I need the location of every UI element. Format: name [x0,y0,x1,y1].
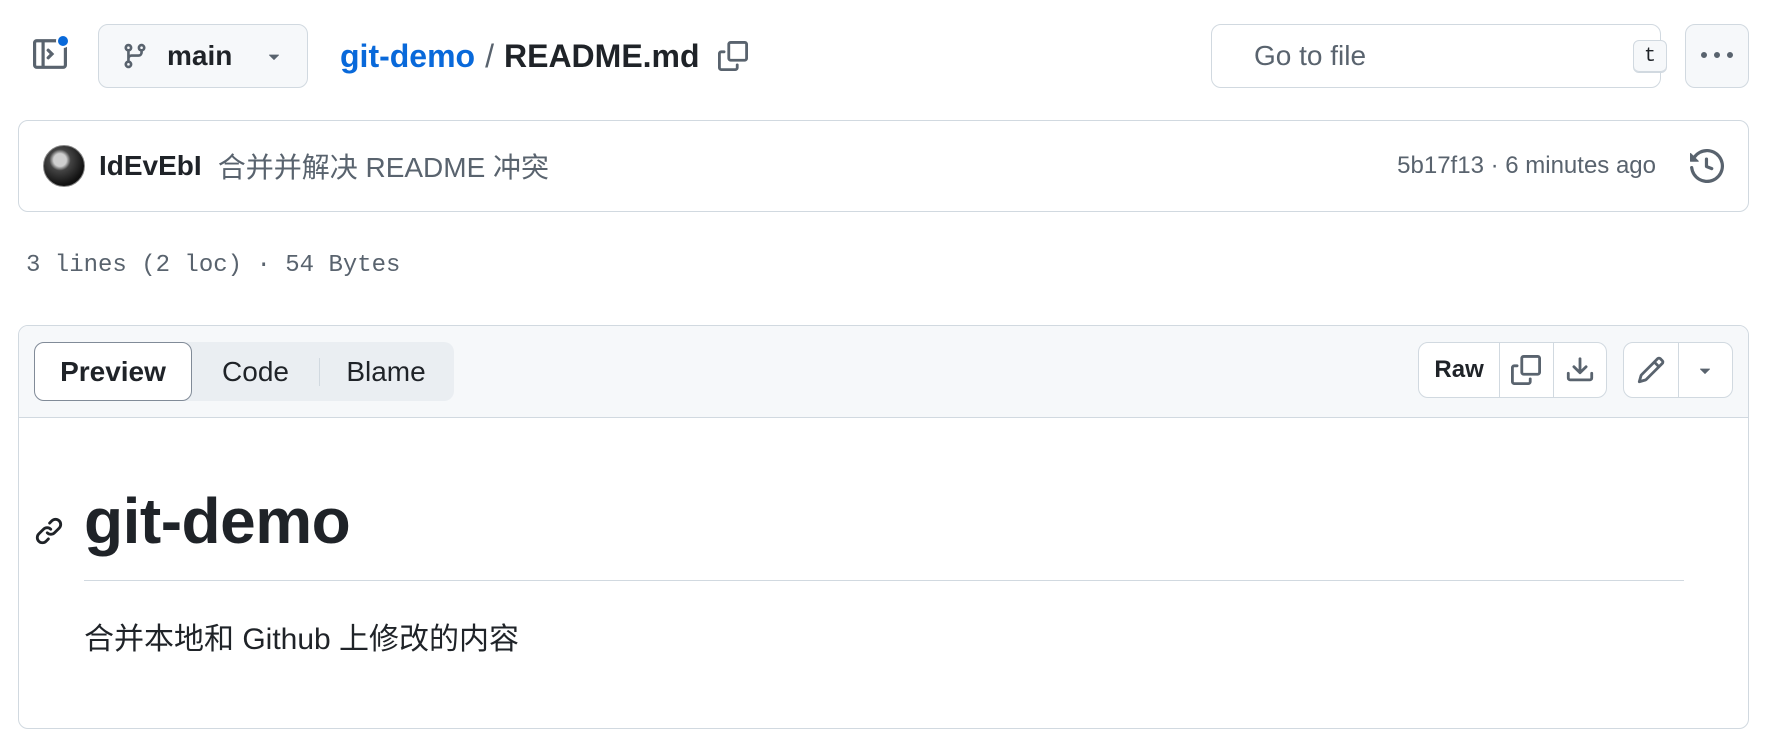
readme-content: git-demo 合并本地和 Github 上修改的内容 [19,418,1748,728]
go-to-file-input[interactable] [1254,40,1615,72]
triangle-down-icon [1700,368,1711,374]
heading-divider [84,580,1684,581]
breadcrumb-separator: / [485,37,494,74]
raw-button[interactable]: Raw [1419,343,1501,397]
branch-name: main [167,40,233,71]
tab-blame[interactable]: Blame [320,342,452,401]
commit-author[interactable]: IdEvEbI [99,150,202,182]
breadcrumb-file-name: README.md [503,37,700,74]
download-button[interactable] [1554,343,1606,397]
copy-icon [717,41,748,71]
readme-heading: git-demo [84,485,351,557]
copy-raw-button[interactable] [1500,343,1554,397]
breadcrumb: git-demo / README.md [340,30,748,82]
edit-options-dropdown[interactable] [1679,343,1732,397]
link-icon [35,517,63,545]
file-viewer: Preview Code Blame Raw git-demo 合并本地和 Gi… [18,325,1749,729]
copy-path-button[interactable] [717,41,748,71]
readme-paragraph: 合并本地和 Github 上修改的内容 [84,623,520,656]
commit-sha-and-time[interactable]: 5b17f13 · 6 minutes ago [1397,152,1656,180]
file-viewer-header: Preview Code Blame Raw [19,326,1748,418]
history-button[interactable] [1690,149,1724,183]
triangle-down-icon [268,54,280,60]
edit-button-group [1623,342,1733,398]
file-stats: 3 lines (2 loc) · 54 Bytes [26,252,401,279]
notification-dot [56,34,70,48]
view-mode-segmented-control: Preview Code Blame [34,342,454,401]
more-options-button[interactable] [1685,24,1749,88]
latest-commit-box: IdEvEbI 合并并解决 README 冲突 5b17f13 · 6 minu… [18,120,1749,212]
download-icon [1566,357,1593,382]
branch-selector-button[interactable]: main [98,24,308,88]
edit-file-button[interactable] [1624,343,1679,397]
copy-icon [1511,355,1542,385]
git-branch-icon [124,43,146,69]
keyboard-shortcut-hint: t [1633,39,1668,73]
tab-code[interactable]: Code [192,342,319,401]
go-to-file-search[interactable]: t [1211,24,1668,88]
breadcrumb-repo-link[interactable]: git-demo [340,38,475,75]
commit-message[interactable]: 合并并解决 README 冲突 [218,146,549,186]
raw-copy-download-group: Raw [1418,342,1607,398]
history-icon [1690,149,1724,183]
avatar[interactable] [43,145,85,187]
tab-preview[interactable]: Preview [34,342,192,401]
pencil-icon [1637,356,1665,384]
heading-anchor-link[interactable] [34,516,64,546]
kebab-horizontal-icon [1701,52,1733,58]
